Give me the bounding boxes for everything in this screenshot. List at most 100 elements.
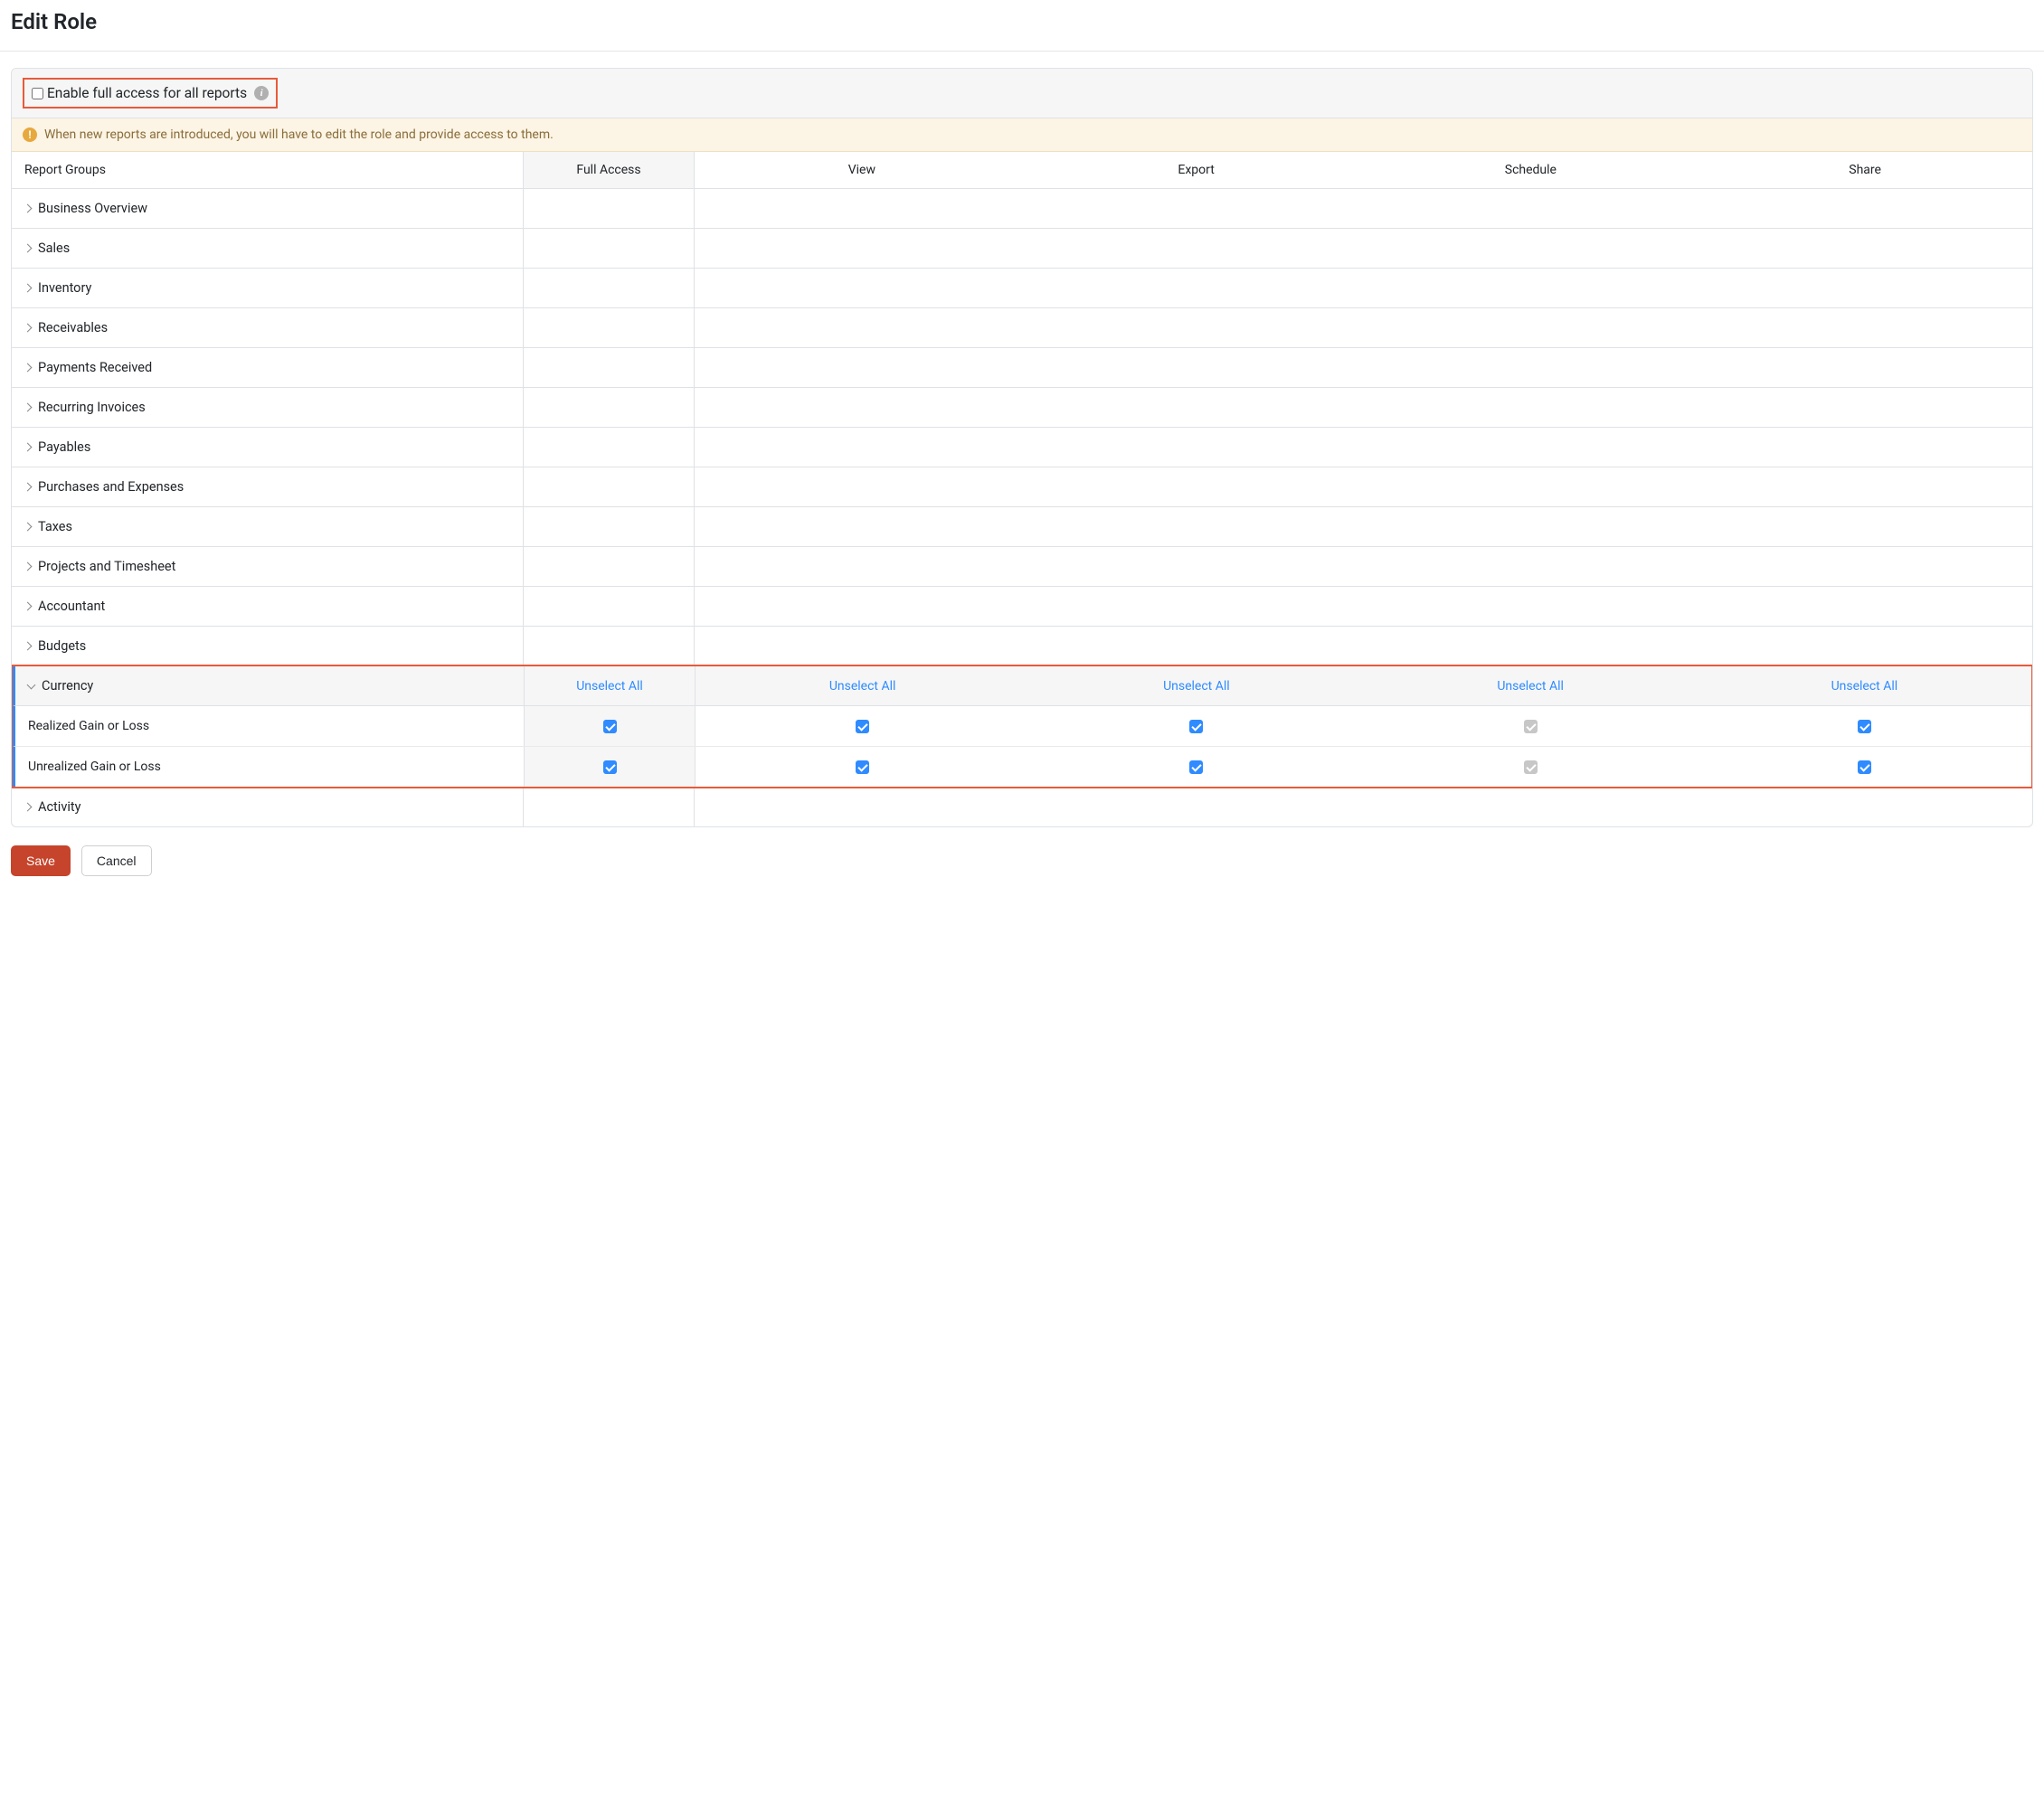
group-label-text: Inventory	[38, 280, 91, 296]
group-full-cell	[523, 348, 695, 387]
group-perm-cells	[695, 348, 2032, 387]
permission-cell	[1029, 747, 1363, 787]
group-toggle[interactable]: Purchases and Expenses	[12, 467, 523, 506]
enable-full-access-label[interactable]: Enable full access for all reports	[47, 85, 247, 101]
checkbox-export[interactable]	[1189, 760, 1203, 774]
group-full-cell	[523, 189, 695, 228]
group-full-cell	[523, 627, 695, 665]
group-perm-cells	[695, 467, 2032, 506]
permission-cell	[1698, 706, 2031, 746]
checkbox-full-access[interactable]	[603, 760, 617, 774]
col-header-full: Full Access	[523, 152, 695, 188]
group-label-text: Budgets	[38, 638, 86, 654]
group-full-cell	[523, 388, 695, 427]
chevron-right-icon	[24, 403, 33, 412]
group-label-text: Taxes	[38, 519, 72, 534]
group-currency[interactable]: Currency	[15, 666, 524, 705]
permission-row: Realized Gain or Loss	[13, 706, 2031, 747]
chevron-right-icon	[24, 602, 33, 611]
group-perm-cells	[695, 229, 2032, 268]
chevron-down-icon	[27, 680, 36, 689]
col-header-share: Share	[1698, 152, 2032, 188]
permission-cell	[1698, 747, 2031, 787]
group-toggle[interactable]: Budgets	[12, 627, 523, 665]
group-label-text: Sales	[38, 241, 70, 256]
group-toggle[interactable]: Taxes	[12, 507, 523, 546]
group-perm-cells	[695, 547, 2032, 586]
group-toggle[interactable]: Recurring Invoices	[12, 388, 523, 427]
notice-text: When new reports are introduced, you wil…	[44, 127, 554, 142]
permission-cell	[696, 747, 1029, 787]
info-icon[interactable]: i	[254, 86, 269, 100]
group-toggle[interactable]: Payments Received	[12, 348, 523, 387]
group-toggle[interactable]: Projects and Timesheet	[12, 547, 523, 586]
group-full-cell	[523, 467, 695, 506]
group-label-text: Currency	[42, 678, 93, 694]
group-toggle[interactable]: Receivables	[12, 308, 523, 347]
cancel-button[interactable]: Cancel	[81, 845, 152, 876]
chevron-right-icon	[24, 523, 33, 532]
group-toggle[interactable]: Business Overview	[12, 189, 523, 228]
unselect-all-share[interactable]: Unselect All	[1831, 679, 1898, 694]
group-label-text: Payables	[38, 439, 90, 455]
group-full-cell	[523, 308, 695, 347]
notice-banner: ! When new reports are introduced, you w…	[12, 118, 2032, 152]
group-label-text: Activity	[38, 799, 80, 815]
col-header-groups: Report Groups	[12, 152, 523, 188]
checkbox-share[interactable]	[1858, 720, 1871, 733]
footer-actions: Save Cancel	[11, 845, 2033, 876]
group-full-cell	[523, 788, 695, 826]
full-access-highlight: Enable full access for all reports i	[23, 78, 278, 109]
group-row: Receivables	[12, 308, 2032, 348]
table-header: Report Groups Full Access View Export Sc…	[12, 152, 2032, 189]
group-perm-cells	[695, 587, 2032, 626]
permission-full-cell	[524, 706, 696, 746]
group-toggle[interactable]: Sales	[12, 229, 523, 268]
group-row: Sales	[12, 229, 2032, 269]
chevron-right-icon	[24, 483, 33, 492]
group-full-cell	[523, 507, 695, 546]
unselect-all-export[interactable]: Unselect All	[1163, 679, 1230, 694]
group-row: Inventory	[12, 269, 2032, 308]
group-perm-cells	[695, 308, 2032, 347]
group-toggle[interactable]: Inventory	[12, 269, 523, 307]
chevron-right-icon	[24, 284, 33, 293]
permissions-card: Enable full access for all reports i ! W…	[11, 68, 2033, 827]
group-perm-cells	[695, 507, 2032, 546]
permission-cell	[696, 706, 1029, 746]
group-row: Activity	[12, 788, 2032, 826]
group-toggle[interactable]: Activity	[12, 788, 523, 826]
group-perm-cells	[695, 428, 2032, 467]
group-toggle[interactable]: Payables	[12, 428, 523, 467]
group-full-cell	[523, 547, 695, 586]
group-full-cell	[523, 269, 695, 307]
checkbox-view[interactable]	[856, 720, 869, 733]
chevron-right-icon	[24, 324, 33, 333]
full-access-bar: Enable full access for all reports i	[12, 69, 2032, 118]
group-label-text: Payments Received	[38, 360, 152, 375]
save-button[interactable]: Save	[11, 845, 71, 876]
chevron-right-icon	[24, 204, 33, 213]
checkbox-export[interactable]	[1189, 720, 1203, 733]
permission-full-cell	[524, 747, 696, 787]
group-perm-cells	[695, 627, 2032, 665]
group-label-text: Projects and Timesheet	[38, 559, 175, 574]
unselect-all-schedule[interactable]: Unselect All	[1497, 679, 1564, 694]
group-row: Business Overview	[12, 189, 2032, 229]
checkbox-schedule	[1524, 760, 1538, 774]
group-label-text: Accountant	[38, 599, 105, 614]
permission-row-label: Unrealized Gain or Loss	[15, 747, 524, 787]
group-row: Budgets	[12, 627, 2032, 665]
unselect-all-full[interactable]: Unselect All	[576, 679, 643, 694]
permission-cell	[1029, 706, 1363, 746]
group-perm-cells	[695, 388, 2032, 427]
enable-full-access-checkbox[interactable]	[32, 88, 43, 99]
checkbox-share[interactable]	[1858, 760, 1871, 774]
checkbox-view[interactable]	[856, 760, 869, 774]
checkbox-full-access[interactable]	[603, 720, 617, 733]
group-label-text: Purchases and Expenses	[38, 479, 184, 495]
unselect-all-view[interactable]: Unselect All	[829, 679, 896, 694]
checkbox-schedule	[1524, 720, 1538, 733]
group-toggle[interactable]: Accountant	[12, 587, 523, 626]
group-row: Accountant	[12, 587, 2032, 627]
